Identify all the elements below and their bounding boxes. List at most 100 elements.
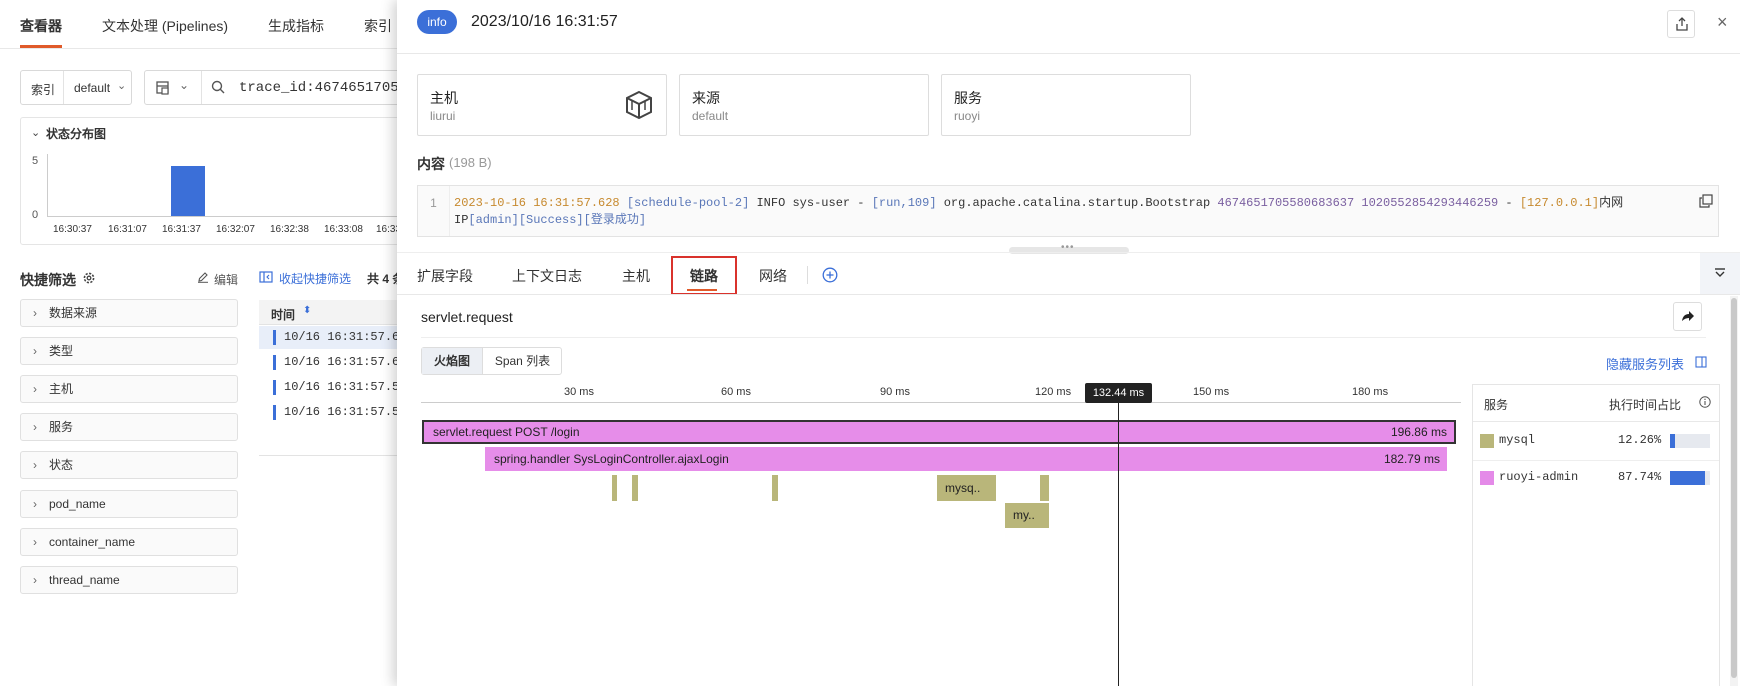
search-input[interactable]: trace_id:4674651705 — [239, 80, 399, 96]
log-user: sys-user - — [792, 196, 872, 210]
filter-item-service[interactable]: › 服务 — [20, 413, 238, 441]
time-column-header[interactable]: 时间 — [271, 306, 295, 323]
chevron-right-icon: › — [33, 344, 37, 358]
query-type-icon[interactable] — [155, 80, 171, 99]
log-timestamp: 2023-10-16 16:31:57.628 — [454, 196, 620, 210]
table-row[interactable]: 10/16 16:31:57.6 — [259, 326, 399, 349]
filter-item-label: 状态 — [49, 458, 74, 472]
axis-tick-label: 60 ms — [721, 386, 751, 398]
flame-span-mysql[interactable] — [1040, 475, 1049, 501]
filter-item-pod-name[interactable]: › pod_name — [20, 490, 238, 518]
flame-span-mysql[interactable] — [772, 475, 778, 501]
nav-tab-pipelines[interactable]: 文本处理 (Pipelines) — [102, 16, 228, 36]
sort-icon[interactable]: ⬍ — [303, 305, 311, 316]
service-percent: 87.74% — [1618, 470, 1662, 484]
status-badge: info — [417, 10, 457, 34]
info-card-value: liurui — [430, 109, 456, 123]
tab-context-logs[interactable]: 上下文日志 — [512, 266, 582, 286]
x-tick-label: 16:31:07 — [108, 224, 147, 235]
service-percent: 12.26% — [1618, 433, 1662, 447]
collapse-tabs-button[interactable] — [1700, 253, 1740, 294]
service-name: mysql — [1499, 433, 1536, 447]
collapse-panel-icon[interactable] — [259, 270, 273, 287]
x-tick-label: 16:30:37 — [53, 224, 92, 235]
filter-item-label: 类型 — [49, 344, 74, 358]
axis-tick-label: 150 ms — [1193, 386, 1230, 398]
collapse-quick-filter-link[interactable]: 收起快捷筛选 — [279, 270, 351, 287]
tabs-divider — [397, 294, 1740, 295]
content-code-block: 1 2023-10-16 16:31:57.628 [schedule-pool… — [417, 185, 1719, 237]
query-bar[interactable]: ⌄ trace_id:4674651705 — [144, 70, 404, 105]
gear-icon[interactable] — [82, 271, 96, 288]
edit-link[interactable]: 编辑 — [214, 271, 238, 288]
info-card-title: 来源 — [692, 90, 720, 106]
chevron-right-icon: › — [33, 497, 37, 511]
chevron-down-icon[interactable]: ⌄ — [179, 78, 189, 92]
span-list-view-button[interactable]: Span 列表 — [482, 348, 562, 374]
service-row-ruoyi-admin[interactable]: ruoyi-admin 87.74% — [1473, 460, 1719, 496]
log-tail: [admin][Success][登录成功] — [468, 213, 647, 227]
tab-host[interactable]: 主机 — [622, 266, 650, 286]
info-card-value: default — [692, 109, 729, 123]
chevron-down-icon: ⌄ — [117, 80, 127, 92]
filter-item-label: thread_name — [49, 573, 120, 587]
service-color-swatch — [1480, 471, 1494, 485]
x-tick-label: 16:32:07 — [216, 224, 255, 235]
axis-tick-label: 90 ms — [880, 386, 910, 398]
flamegraph-view-button[interactable]: 火焰图 — [422, 348, 482, 374]
log-level: INFO — [756, 196, 786, 210]
log-location: [run,109] — [871, 196, 937, 210]
close-icon[interactable]: × — [1717, 12, 1728, 33]
filter-item-thread-name[interactable]: › thread_name — [20, 566, 238, 594]
flame-span-mysql[interactable]: my.. — [1005, 503, 1049, 528]
filter-item-label: 数据来源 — [49, 306, 98, 320]
filter-item-status[interactable]: › 状态 — [20, 451, 238, 479]
collapse-chevron-icon[interactable]: ⌄ — [31, 126, 40, 139]
panel-icon[interactable] — [1695, 356, 1707, 371]
log-span-id: 1020552854293446259 — [1361, 196, 1499, 210]
nav-tab-index[interactable]: 索引 — [364, 16, 392, 36]
filter-item-container-name[interactable]: › container_name — [20, 528, 238, 556]
axis-tick-label: 120 ms — [1035, 386, 1072, 398]
info-card-source: 来源 default — [679, 74, 929, 136]
nav-tab-metrics[interactable]: 生成指标 — [268, 16, 324, 36]
nav-tab-viewer[interactable]: 查看器 — [20, 16, 62, 36]
flame-span-mysql[interactable]: mysq.. — [937, 475, 996, 501]
table-row[interactable]: 10/16 16:31:57.6 — [259, 351, 399, 374]
flame-span-mysql[interactable] — [632, 475, 638, 501]
service-percent-bar — [1670, 434, 1710, 448]
log-dash: - — [1498, 196, 1520, 210]
histogram-bar[interactable] — [171, 166, 206, 216]
table-row[interactable]: 10/16 16:31:57.5 — [259, 376, 399, 399]
quick-filter-title: 快捷筛选 — [20, 272, 76, 288]
edit-icon[interactable] — [197, 271, 209, 286]
filter-item-type[interactable]: › 类型 — [20, 337, 238, 365]
content-size: (198 B) — [449, 155, 492, 170]
filter-item-host[interactable]: › 主机 — [20, 375, 238, 403]
share-button[interactable] — [1667, 10, 1695, 38]
y-axis — [47, 154, 48, 216]
open-trace-button[interactable] — [1673, 302, 1702, 331]
span-duration: 196.86 ms — [1390, 425, 1447, 439]
tab-network[interactable]: 网络 — [759, 266, 787, 286]
scrollbar-track[interactable] — [1730, 296, 1738, 686]
forward-arrow-icon — [1682, 311, 1694, 321]
chevron-right-icon: › — [33, 382, 37, 396]
service-row-mysql[interactable]: mysql 12.26% — [1473, 423, 1719, 459]
filter-item-source[interactable]: › 数据来源 — [20, 299, 238, 327]
info-icon[interactable] — [1699, 396, 1711, 411]
flame-span-mysql[interactable] — [612, 475, 617, 501]
scrollbar-thumb[interactable] — [1731, 298, 1737, 678]
tab-extended-fields[interactable]: 扩展字段 — [417, 266, 473, 286]
table-row[interactable]: 10/16 16:31:57.5 — [259, 401, 399, 424]
copy-icon[interactable] — [1699, 194, 1713, 211]
add-tab-icon[interactable] — [822, 267, 838, 286]
index-selector[interactable]: 索引 default ⌄ — [20, 70, 132, 105]
hide-services-link[interactable]: 隐藏服务列表 — [1606, 354, 1684, 373]
query-divider — [201, 71, 202, 104]
flame-span-handler[interactable]: spring.handler SysLoginController.ajaxLo… — [485, 447, 1447, 471]
content-label: 内容 — [417, 156, 445, 172]
flame-span-root[interactable]: servlet.request POST /login 196.86 ms — [422, 420, 1456, 444]
filter-item-label: container_name — [49, 535, 136, 549]
x-tick-label: 16:32:38 — [270, 224, 309, 235]
